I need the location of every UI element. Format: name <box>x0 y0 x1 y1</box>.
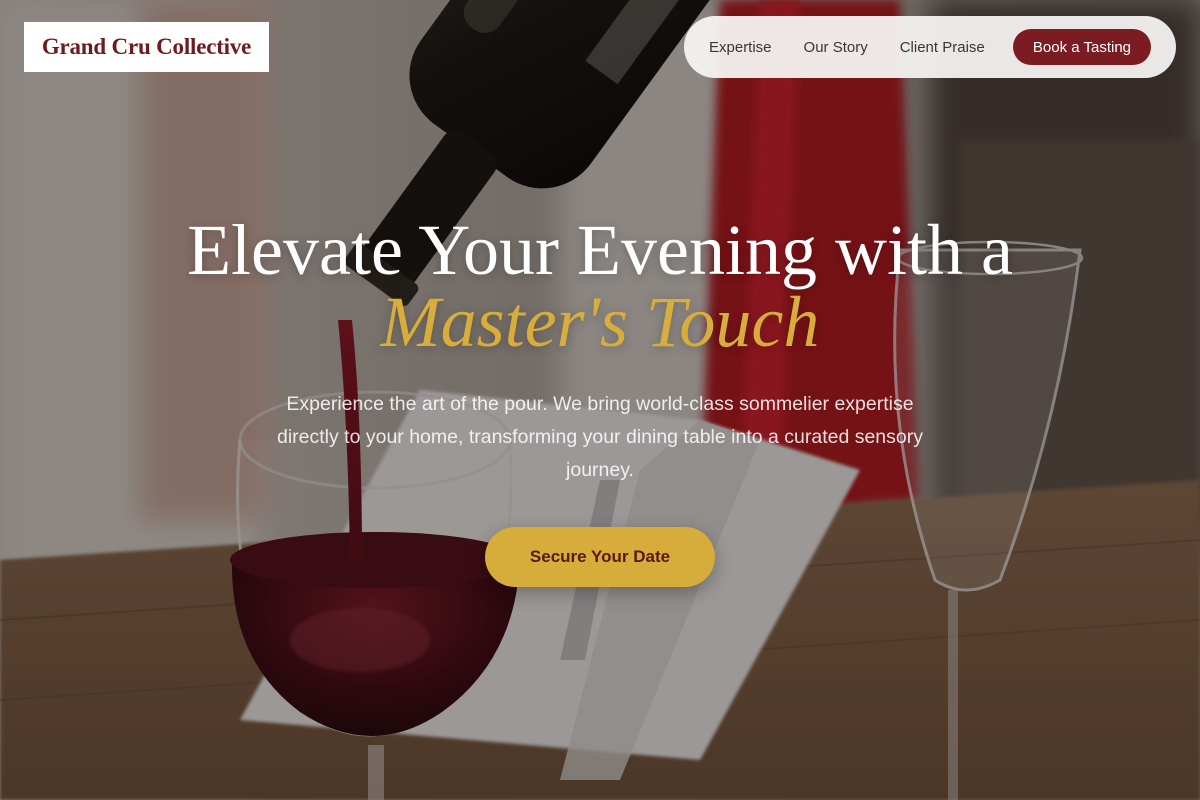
hero-section: Elevate Your Evening with a Master's Tou… <box>0 214 1200 587</box>
hero-subtitle: Experience the art of the pour. We bring… <box>277 393 923 481</box>
brand-logo-text: Grand Cru Collective <box>41 34 252 59</box>
hero-headline-line1: Elevate Your Evening with a <box>187 210 1013 290</box>
main-nav: Expertise Our Story Client Praise Book a… <box>684 16 1176 78</box>
nav-link-expertise[interactable]: Expertise <box>709 39 772 56</box>
secure-date-button[interactable]: Secure Your Date <box>485 527 715 587</box>
brand-logo[interactable]: Grand Cru Collective <box>24 22 269 72</box>
hero-headline-accent: Master's Touch <box>380 282 820 362</box>
hero-headline: Elevate Your Evening with a Master's Tou… <box>0 214 1200 358</box>
nav-link-client-praise[interactable]: Client Praise <box>900 39 985 56</box>
book-tasting-button[interactable]: Book a Tasting <box>1012 29 1151 65</box>
nav-link-our-story[interactable]: Our Story <box>804 39 868 56</box>
